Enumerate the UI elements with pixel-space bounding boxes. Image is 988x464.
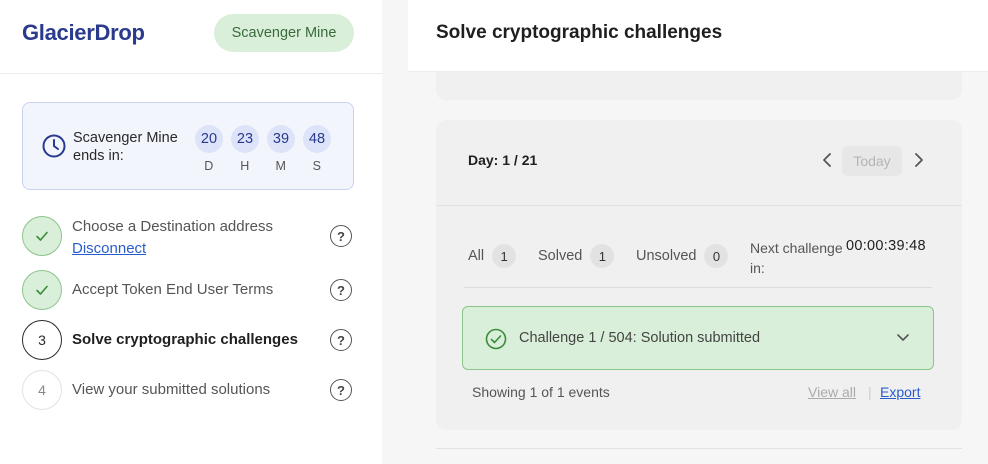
day-row: Day: 1 / 21 Today (436, 120, 962, 206)
step-solve[interactable]: 3 Solve cryptographic challenges ? (22, 320, 362, 360)
help-icon[interactable]: ? (330, 225, 352, 247)
countdown-days-letter: D (204, 159, 214, 173)
step-3-label: Solve cryptographic challenges (72, 331, 298, 348)
help-icon[interactable]: ? (330, 279, 352, 301)
challenge-text: Challenge 1 / 504: Solution submitted (519, 330, 761, 346)
showing-count: Showing 1 of 1 events (472, 384, 610, 400)
filter-unsolved[interactable]: Unsolved 0 (636, 244, 729, 268)
chevron-down-icon[interactable] (895, 329, 911, 345)
next-card-edge (436, 448, 962, 449)
filter-solved-label: Solved (538, 248, 583, 264)
check-circle-icon (485, 328, 507, 350)
day-label: Day: 1 / 21 (468, 152, 538, 168)
challenges-card: Day: 1 / 21 Today All 1 Solved 1 Unsolve… (436, 120, 962, 430)
link-separator: | (868, 384, 872, 400)
countdown-seconds-value: 48 (303, 125, 331, 153)
help-icon[interactable]: ? (330, 329, 352, 351)
filter-all[interactable]: All 1 (468, 244, 517, 268)
previous-card (436, 72, 962, 100)
countdown-units: 20 D 23 H 39 M 48 S (195, 125, 331, 173)
countdown-seconds-letter: S (312, 159, 322, 173)
countdown-panel: Scavenger Mine ends in: 20 D 23 H 39 M 4… (22, 102, 354, 190)
step-destination[interactable]: Choose a Destination address Disconnect … (22, 216, 362, 257)
export-link[interactable]: Export (880, 384, 920, 400)
sidebar-header: GlacierDrop Scavenger Mine (0, 0, 382, 74)
step-terms[interactable]: Accept Token End User Terms ? (22, 270, 362, 310)
challenge-item[interactable]: Challenge 1 / 504: Solution submitted (462, 306, 934, 370)
filter-unsolved-label: Unsolved (636, 248, 697, 264)
help-icon[interactable]: ? (330, 379, 352, 401)
next-challenge-time: 00:00:39:48 (846, 238, 926, 254)
today-button[interactable]: Today (842, 146, 902, 176)
countdown-minutes: 39 M (267, 125, 295, 173)
filter-solved[interactable]: Solved 1 (538, 244, 615, 268)
mine-badge[interactable]: Scavenger Mine (214, 14, 354, 52)
disconnect-link[interactable]: Disconnect (72, 240, 146, 257)
page-title: Solve cryptographic challenges (436, 22, 723, 43)
clock-icon (42, 134, 66, 158)
view-all-link[interactable]: View all (808, 384, 856, 400)
filter-solved-count: 1 (590, 244, 615, 268)
countdown-minutes-value: 39 (267, 125, 295, 153)
step-2-marker (22, 270, 62, 310)
step-4-label: View your submitted solutions (72, 381, 271, 398)
check-icon (36, 285, 48, 295)
check-icon (36, 231, 48, 241)
logo[interactable]: GlacierDrop (22, 20, 145, 46)
step-3-marker: 3 (22, 320, 62, 360)
filter-all-count: 1 (492, 244, 517, 268)
countdown-minutes-letter: M (275, 159, 287, 173)
divider (464, 287, 932, 288)
countdown-hours: 23 H (231, 125, 259, 173)
countdown-seconds: 48 S (303, 125, 331, 173)
step-4-marker: 4 (22, 370, 62, 410)
main-header: Solve cryptographic challenges (408, 0, 988, 72)
step-1-marker (22, 216, 62, 256)
countdown-label: Scavenger Mine ends in: (73, 130, 178, 164)
countdown-days-value: 20 (195, 125, 223, 153)
main-panel: Solve cryptographic challenges Day: 1 / … (382, 0, 988, 464)
countdown-hours-letter: H (240, 159, 250, 173)
countdown-hours-value: 23 (231, 125, 259, 153)
filter-all-label: All (468, 248, 485, 264)
step-2-label: Accept Token End User Terms (72, 281, 274, 298)
filter-unsolved-count: 0 (704, 244, 729, 268)
step-view-solutions[interactable]: 4 View your submitted solutions ? (22, 370, 362, 410)
next-challenge-label: Next challenge in: (750, 240, 843, 276)
chevron-right-icon[interactable] (912, 150, 926, 170)
chevron-left-icon[interactable] (820, 150, 834, 170)
step-1-label: Choose a Destination address (72, 218, 273, 235)
left-sidebar: GlacierDrop Scavenger Mine Scavenger Min… (0, 0, 382, 464)
countdown-days: 20 D (195, 125, 223, 173)
